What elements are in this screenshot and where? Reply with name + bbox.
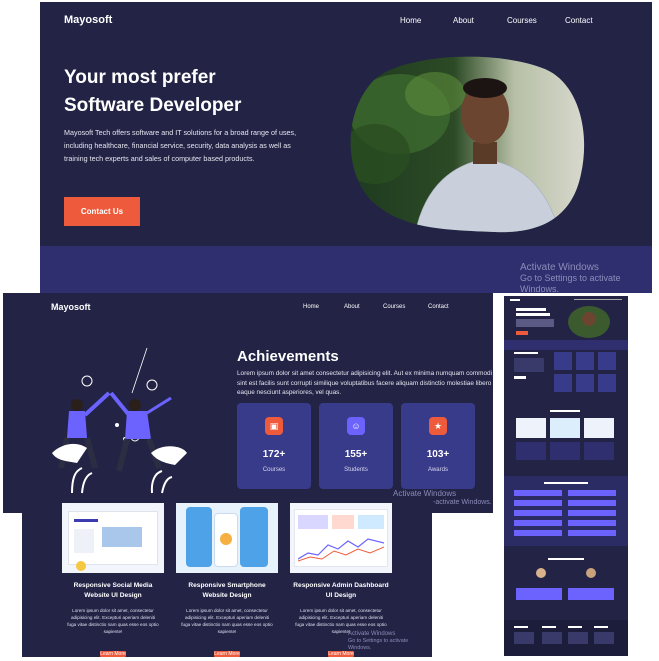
stat-card-awards: ★ 103+ Awards <box>401 403 475 489</box>
trophy-icon: ★ <box>429 417 447 435</box>
course-title-1: Responsive Social Media Website UI Desig… <box>73 582 153 599</box>
stat-label-awards: Awards <box>428 467 448 473</box>
learn-more-button-1[interactable]: Learn More <box>100 651 126 657</box>
stat-value-awards: 103+ <box>426 449 450 460</box>
course-thumb-2 <box>176 503 278 573</box>
course-card-1[interactable]: Responsive Social Media Website UI Desig… <box>60 501 166 657</box>
watermark-subtitle: Go to Settings to activate Windows. <box>520 273 621 294</box>
stat-value-students: 155+ <box>344 449 368 460</box>
course-thumb-3 <box>290 503 392 573</box>
hero-title-line2: Software Developer <box>64 95 242 116</box>
stat-label-students: Students <box>344 467 368 473</box>
hero-photo <box>350 56 585 233</box>
video-icon: ▣ <box>265 417 283 435</box>
achievements-description: Lorem ipsum dolor sit amet consectetur a… <box>237 370 493 396</box>
brand-logo[interactable]: Mayosoft <box>64 14 112 26</box>
hero-title-line1: Your most prefer <box>64 67 216 88</box>
course-text-1: Lorem ipsum dolor sit amet, consectetur … <box>67 608 159 634</box>
nav-about[interactable]: About <box>453 16 474 25</box>
user-icon: ☺ <box>347 417 365 435</box>
stat-card-students: ☺ 155+ Students <box>319 403 393 489</box>
learn-more-button-2[interactable]: Learn More <box>214 651 240 657</box>
nav-contact-2[interactable]: Contact <box>428 304 449 310</box>
achievements-title: Achievements <box>237 348 339 365</box>
courses-panel: Responsive Social Media Website UI Desig… <box>22 497 432 657</box>
nav-about-2[interactable]: About <box>344 304 360 310</box>
nav-home-2[interactable]: Home <box>303 304 319 310</box>
course-text-2: Lorem ipsum dolor sit amet, consectetur … <box>181 608 273 634</box>
stat-value-courses: 172+ <box>262 449 286 460</box>
activate-windows-watermark-3: Activate Windows Go to Settings to activ… <box>348 631 432 652</box>
watermark-title: Activate Windows <box>520 262 599 273</box>
nav-home[interactable]: Home <box>400 16 421 25</box>
course-thumb-1 <box>62 503 164 573</box>
stat-card-courses: ▣ 172+ Courses <box>237 403 311 489</box>
course-card-2[interactable]: Responsive Smartphone Website Design Lor… <box>174 501 280 657</box>
achievements-panel: Mayosoft Home About Courses Contact Achi… <box>3 293 493 513</box>
brand-logo-2[interactable]: Mayosoft <box>51 302 91 312</box>
hero-description: Mayosoft Tech offers software and IT sol… <box>64 128 297 163</box>
stat-label-courses: Courses <box>262 467 286 473</box>
nav-contact[interactable]: Contact <box>565 16 593 25</box>
contact-us-button[interactable]: Contact Us <box>64 197 140 226</box>
watermark-subtitle-3: Go to Settings to activate Windows. <box>348 638 409 651</box>
watermark-title-3: Activate Windows <box>348 631 396 637</box>
activate-windows-watermark: Activate Windows Go to Settings to activ… <box>520 262 659 295</box>
hero-panel: Mayosoft Home About Courses Contact Your… <box>40 2 652 246</box>
course-title-3: Responsive Admin Dashboard UI Design <box>293 582 389 599</box>
nav-courses[interactable]: Courses <box>507 16 537 25</box>
course-title-2: Responsive Smartphone Website Design <box>188 582 266 599</box>
dashboard-chart-thumb <box>298 538 384 562</box>
celebration-illustration <box>52 347 187 494</box>
hero-title: Your most prefer Software Developer <box>64 64 364 120</box>
full-page-thumbnail <box>504 296 628 656</box>
nav-courses-2[interactable]: Courses <box>383 304 405 310</box>
